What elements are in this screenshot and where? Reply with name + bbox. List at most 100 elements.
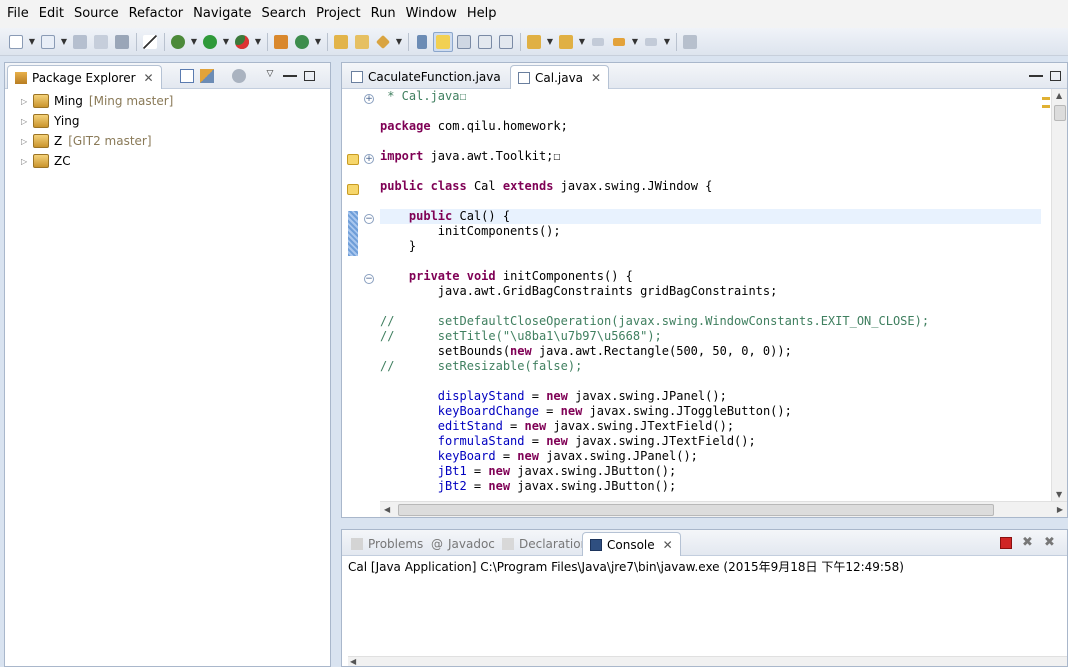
code-line[interactable]: public class Cal extends javax.swing.JWi… <box>380 179 1041 194</box>
close-icon[interactable]: ✕ <box>663 538 673 552</box>
code-line[interactable] <box>380 254 1041 269</box>
scrollbar-thumb[interactable] <box>398 504 994 516</box>
new-dropdown-icon[interactable]: ▼ <box>27 32 37 52</box>
expand-fold-icon[interactable]: + <box>364 94 374 104</box>
vertical-scrollbar[interactable]: ▲ ▼ <box>1051 89 1067 501</box>
last-edit-location-icon[interactable] <box>588 32 608 52</box>
code-line[interactable] <box>380 299 1041 314</box>
tab-package-explorer[interactable]: Package Explorer ✕ <box>7 65 162 89</box>
minimize-icon[interactable] <box>1029 69 1043 77</box>
tab-problems[interactable]: Problems <box>344 532 430 556</box>
new-icon[interactable] <box>6 32 26 52</box>
collapse-all-icon[interactable] <box>180 69 194 83</box>
maximize-icon[interactable] <box>1050 71 1061 81</box>
menu-run[interactable]: Run <box>366 0 401 28</box>
new-project-icon[interactable] <box>38 32 58 52</box>
code-line[interactable]: private void initComponents() { <box>380 269 1041 284</box>
scrollbar-thumb[interactable] <box>1054 105 1066 121</box>
tab-cal-java[interactable]: Cal.java ✕ <box>510 65 610 89</box>
expand-arrow-icon[interactable]: ▷ <box>21 137 33 146</box>
open-task-icon[interactable] <box>352 32 372 52</box>
tree-item-ming[interactable]: ▷ Ming [Ming master] <box>5 91 330 111</box>
back-dropdown-icon[interactable]: ▼ <box>630 32 640 52</box>
terminate-icon[interactable] <box>1000 537 1012 549</box>
new-project-dropdown-icon[interactable]: ▼ <box>59 32 69 52</box>
horizontal-scrollbar[interactable]: ◀ ▶ <box>380 501 1067 517</box>
code-line[interactable]: keyBoard = new javax.swing.JPanel(); <box>380 449 1041 464</box>
next-annotation-dropdown-icon[interactable]: ▼ <box>545 32 555 52</box>
code-line[interactable] <box>380 104 1041 119</box>
tree-item-z[interactable]: ▷ Z [GIT2 master] <box>5 131 330 151</box>
remove-all-launches-icon[interactable]: ✖ <box>1044 536 1058 550</box>
collapse-fold-icon[interactable]: − <box>364 274 374 284</box>
menu-edit[interactable]: Edit <box>34 0 69 28</box>
menu-search[interactable]: Search <box>256 0 311 28</box>
scroll-left-icon[interactable]: ◀ <box>384 505 390 514</box>
menu-help[interactable]: Help <box>462 0 502 28</box>
scroll-down-icon[interactable]: ▼ <box>1056 490 1062 499</box>
code-line[interactable]: java.awt.GridBagConstraints gridBagConst… <box>380 284 1041 299</box>
block-selection-icon[interactable] <box>454 32 474 52</box>
mark-occurrences-icon[interactable] <box>433 31 453 52</box>
menu-project[interactable]: Project <box>311 0 365 28</box>
maximize-icon[interactable] <box>304 71 315 81</box>
back-icon[interactable] <box>609 32 629 52</box>
code-line[interactable]: keyBoardChange = new javax.swing.JToggle… <box>380 404 1041 419</box>
print-icon[interactable] <box>112 32 132 52</box>
code-line[interactable]: formulaStand = new javax.swing.JTextFiel… <box>380 434 1041 449</box>
tab-declaration[interactable]: Declaration <box>495 532 595 556</box>
code-text[interactable]: * Cal.java☐ package com.qilu.homework; i… <box>380 89 1041 501</box>
save-icon[interactable] <box>70 32 90 52</box>
external-tools-icon[interactable] <box>232 32 252 52</box>
tree-item-ying[interactable]: ▷ Ying <box>5 111 330 131</box>
console-horizontal-scrollbar[interactable]: ◀ <box>348 656 1067 666</box>
view-menu-icon[interactable]: ▽ <box>263 69 277 83</box>
code-line[interactable]: setBounds(new java.awt.Rectangle(500, 50… <box>380 344 1041 359</box>
code-line[interactable] <box>380 194 1041 209</box>
code-line[interactable]: // setResizable(false); <box>380 359 1041 374</box>
search-icon[interactable] <box>373 32 393 52</box>
link-with-editor-icon[interactable] <box>200 69 214 83</box>
forward-dropdown-icon[interactable]: ▼ <box>662 32 672 52</box>
code-line[interactable]: jBt2 = new javax.swing.JButton(); <box>380 479 1041 494</box>
code-line[interactable]: * Cal.java☐ <box>380 89 1041 104</box>
tree-item-zc[interactable]: ▷ ZC <box>5 151 330 171</box>
code-line[interactable] <box>380 374 1041 389</box>
skip-breakpoints-icon[interactable] <box>140 32 160 52</box>
close-icon[interactable]: ✕ <box>591 71 601 85</box>
code-line[interactable]: } <box>380 239 1041 254</box>
collapse-fold-icon[interactable]: − <box>364 214 374 224</box>
scroll-right-icon[interactable]: ▶ <box>1057 505 1063 514</box>
code-line[interactable]: package com.qilu.homework; <box>380 119 1041 134</box>
focus-task-icon[interactable] <box>232 69 246 83</box>
menu-refactor[interactable]: Refactor <box>124 0 189 28</box>
run-dropdown-icon[interactable]: ▼ <box>221 32 231 52</box>
remove-launch-icon[interactable]: ✖ <box>1022 536 1036 550</box>
external-tools-dropdown-icon[interactable]: ▼ <box>253 32 263 52</box>
run-icon[interactable] <box>200 32 220 52</box>
code-line[interactable]: editStand = new javax.swing.JTextField()… <box>380 419 1041 434</box>
expand-arrow-icon[interactable]: ▷ <box>21 157 33 166</box>
pin-editor-icon[interactable] <box>680 32 700 52</box>
expand-arrow-icon[interactable]: ▷ <box>21 117 33 126</box>
new-java-package-icon[interactable] <box>271 32 291 52</box>
code-line[interactable]: initComponents(); <box>380 224 1041 239</box>
scroll-up-icon[interactable]: ▲ <box>1056 91 1062 100</box>
scroll-left-icon[interactable]: ◀ <box>350 657 356 666</box>
code-line[interactable]: // setDefaultCloseOperation(javax.swing.… <box>380 314 1041 329</box>
prev-annotation-dropdown-icon[interactable]: ▼ <box>577 32 587 52</box>
show-whitespace-icon[interactable] <box>475 32 495 52</box>
menu-navigate[interactable]: Navigate <box>188 0 256 28</box>
minimize-icon[interactable] <box>283 69 297 77</box>
tab-caculatefunction-java[interactable]: CaculateFunction.java <box>344 65 508 89</box>
code-line[interactable] <box>380 134 1041 149</box>
next-annotation-down-icon[interactable] <box>524 32 544 52</box>
menu-window[interactable]: Window <box>401 0 462 28</box>
menu-source[interactable]: Source <box>69 0 124 28</box>
code-line[interactable]: // setTitle("\u8ba1\u7b97\u5668"); <box>380 329 1041 344</box>
save-all-icon[interactable] <box>91 32 111 52</box>
menu-file[interactable]: File <box>2 0 34 28</box>
close-icon[interactable]: ✕ <box>144 71 154 85</box>
prev-annotation-icon[interactable] <box>556 32 576 52</box>
code-line[interactable]: public Cal() { <box>380 209 1041 224</box>
